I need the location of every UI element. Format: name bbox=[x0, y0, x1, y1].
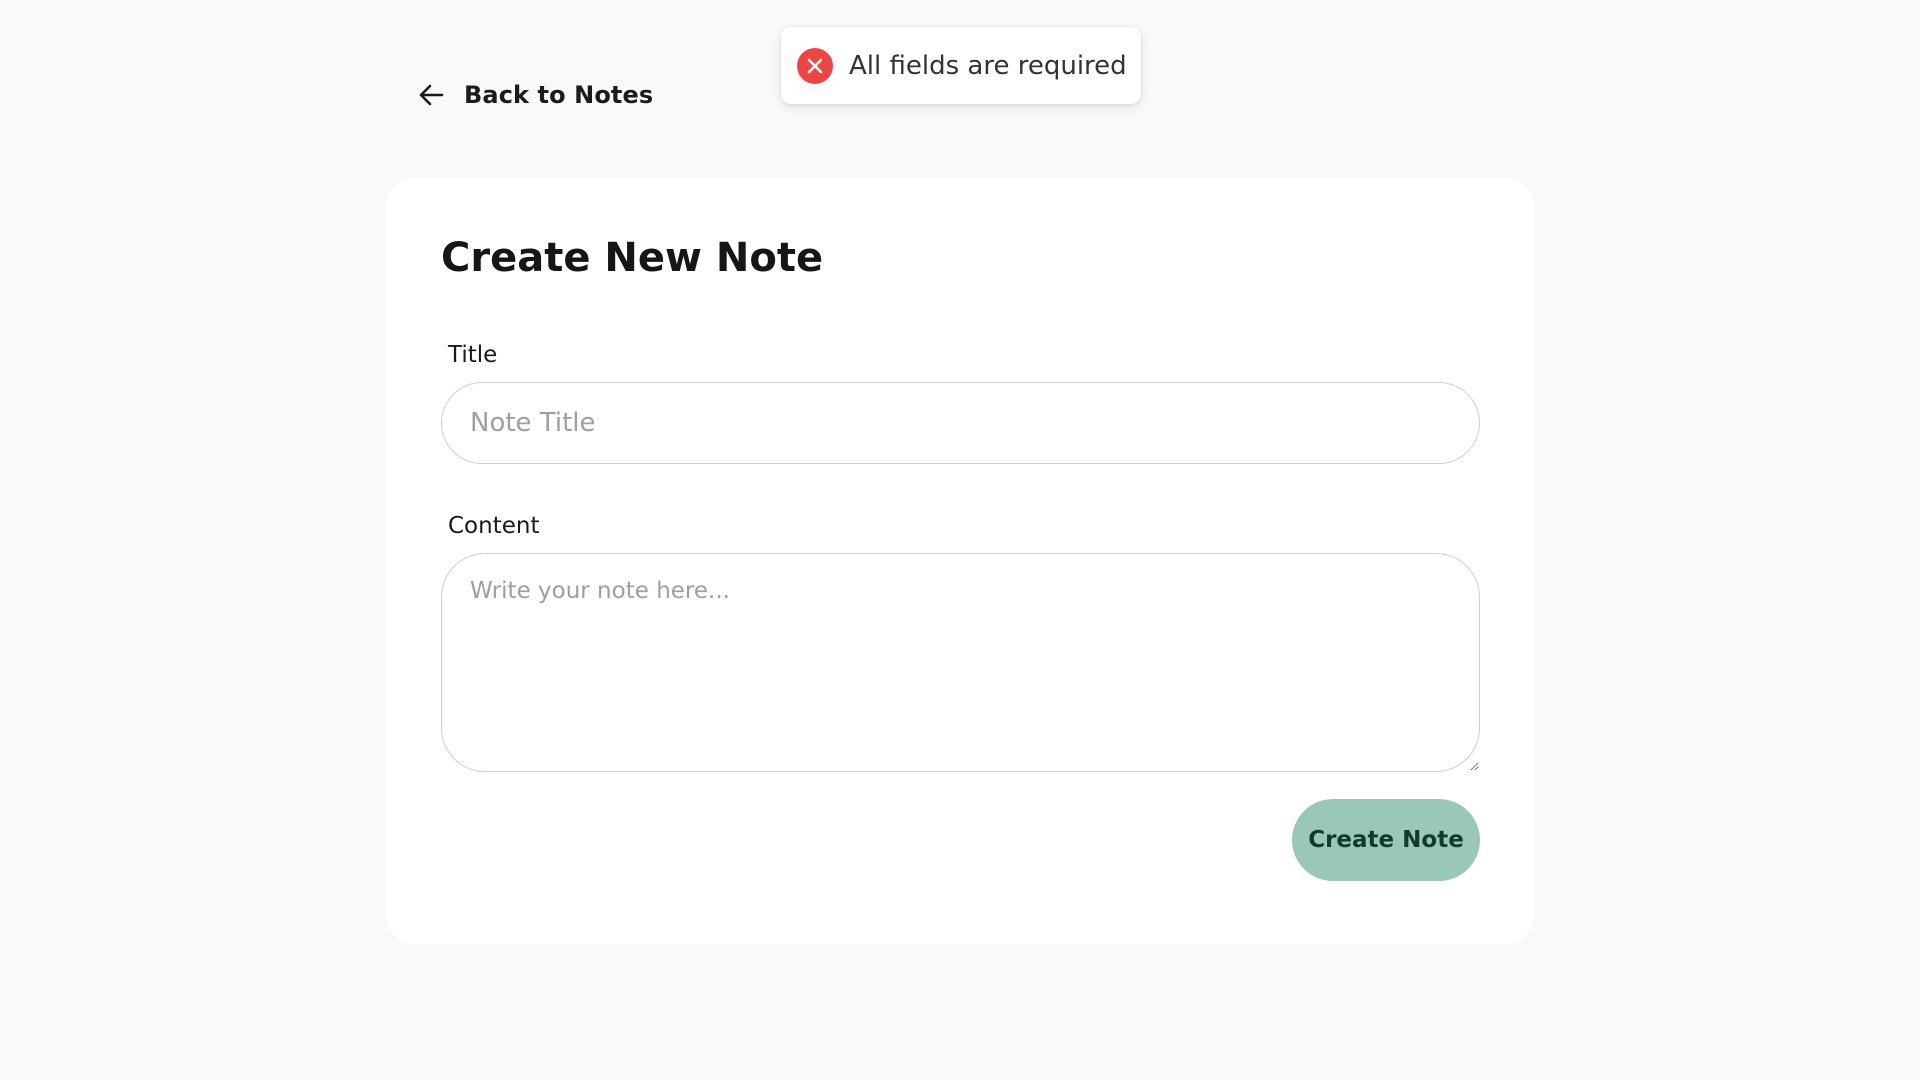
form-actions: Create Note bbox=[441, 799, 1480, 881]
page-title: Create New Note bbox=[441, 235, 824, 281]
content-textarea[interactable] bbox=[441, 553, 1480, 772]
title-input[interactable] bbox=[441, 382, 1480, 464]
title-label: Title bbox=[448, 342, 498, 368]
back-to-notes-link[interactable]: Back to Notes bbox=[418, 80, 653, 110]
arrow-left-icon bbox=[418, 83, 444, 107]
create-note-card: Create New Note Title Content Create Not… bbox=[386, 178, 1534, 944]
page: Back to Notes All fields are required Cr… bbox=[0, 0, 1920, 1080]
error-x-icon bbox=[797, 47, 833, 84]
error-toast: All fields are required bbox=[781, 27, 1141, 104]
create-note-button[interactable]: Create Note bbox=[1292, 799, 1480, 881]
toast-message: All fields are required bbox=[849, 50, 1127, 81]
content-label: Content bbox=[448, 513, 540, 539]
back-to-notes-label: Back to Notes bbox=[464, 81, 654, 109]
